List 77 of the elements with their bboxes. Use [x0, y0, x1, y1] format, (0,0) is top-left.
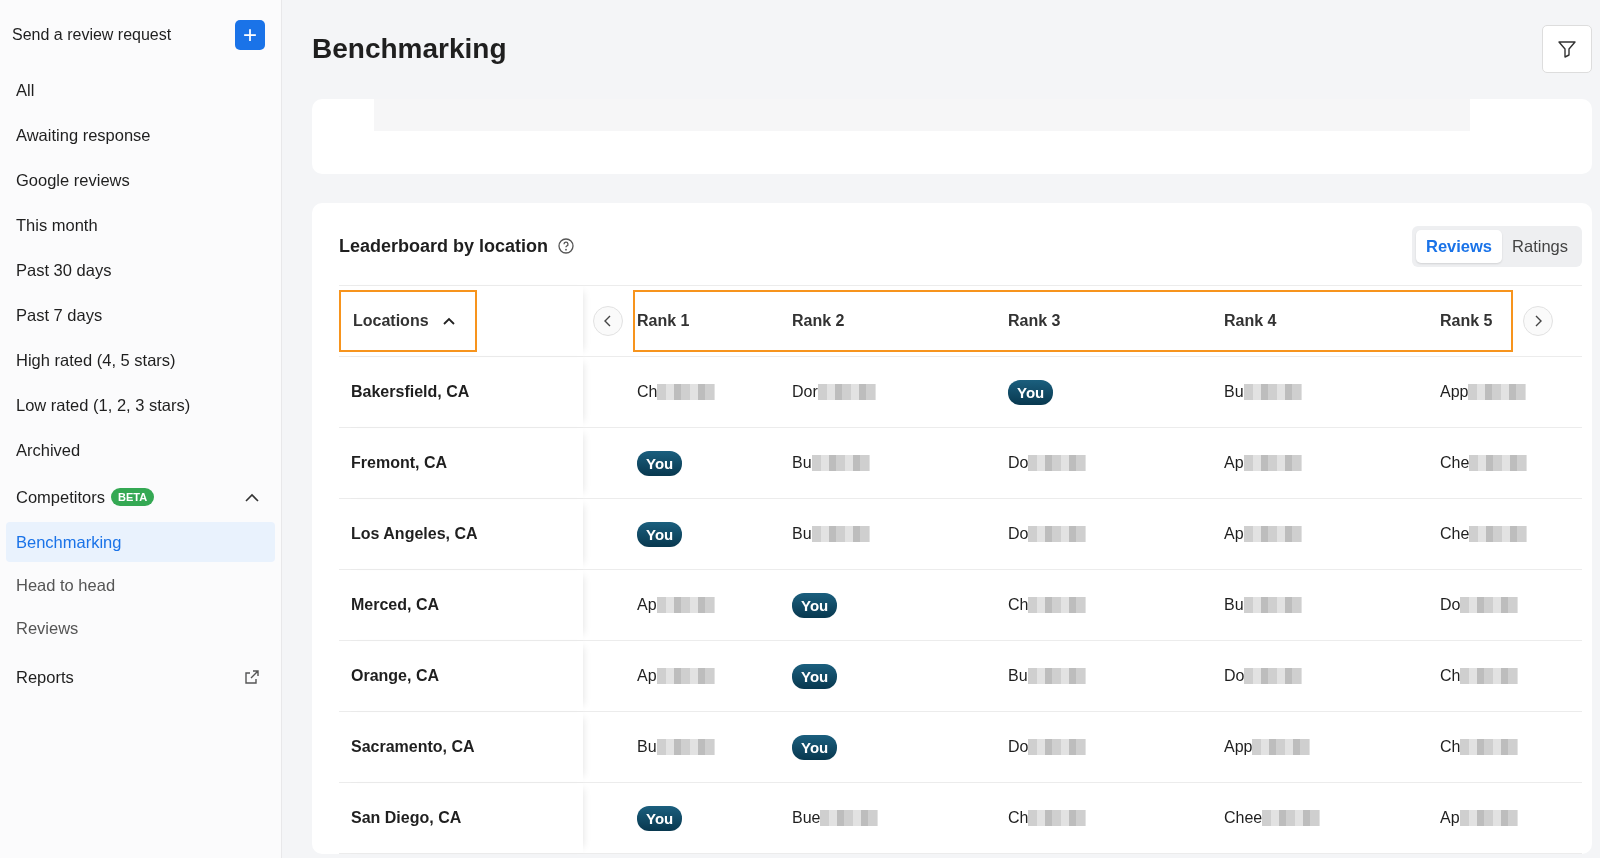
beta-badge: BETA: [110, 488, 155, 506]
competitor-name: Che: [1440, 454, 1470, 472]
you-badge: You: [792, 592, 838, 618]
competitor-name: Do: [1008, 738, 1029, 756]
competitor-name: Dor: [792, 383, 818, 401]
competitor-name: Ch: [1440, 738, 1461, 756]
location-cell-text: Orange, CA: [350, 667, 439, 685]
filter-icon: [1557, 38, 1577, 59]
competitor-name: Ap: [1440, 809, 1460, 827]
location-cell-text: San Diego, CA: [350, 809, 462, 827]
location-cell-text: Bakersfield, CA: [350, 383, 470, 401]
sidebar-item[interactable]: Awaiting response: [0, 113, 281, 158]
competitor-name: Bu: [792, 525, 812, 543]
column-header: Rank 1: [636, 312, 691, 330]
competitor-name: Ch: [1008, 596, 1029, 614]
sidebar-item[interactable]: This month: [0, 203, 281, 248]
competitor-name: Ap: [1224, 525, 1244, 543]
reports-link[interactable]: Reports: [16, 667, 74, 687]
column-header: Rank 2: [791, 312, 846, 330]
competitor-name: Bu: [1224, 596, 1244, 614]
competitor-name: Bu: [1008, 667, 1028, 685]
sidebar-item[interactable]: Archived: [0, 428, 281, 473]
column-header: Rank 3: [1007, 312, 1062, 330]
competitor-name: Bu: [637, 738, 657, 756]
external-link-icon[interactable]: [245, 670, 259, 684]
tab[interactable]: Ratings: [1502, 229, 1578, 263]
column-header: Rank 5: [1439, 312, 1494, 330]
help-icon[interactable]: [558, 238, 575, 254]
column-header: Rank 4: [1223, 312, 1278, 330]
competitor-name: Ap: [637, 667, 657, 685]
competitor-name: Do: [1224, 667, 1245, 685]
competitor-name: Ap: [637, 596, 657, 614]
location-cell-text: Merced, CA: [350, 596, 440, 614]
add-button[interactable]: +: [235, 20, 265, 50]
send-request-label: Send a review request: [12, 26, 172, 44]
competitor-name: Che: [1440, 525, 1470, 543]
locations-sort-header[interactable]: Locations: [339, 290, 477, 352]
competitor-name: Chee: [1224, 809, 1263, 827]
competitor-name: Ch: [1008, 809, 1029, 827]
sidebar-item[interactable]: All: [0, 68, 281, 113]
leaderboard-title: Leaderboard by location: [339, 235, 549, 257]
sidebar-item[interactable]: Past 7 days: [0, 293, 281, 338]
sidebar-item[interactable]: Low rated (1, 2, 3 stars): [0, 383, 281, 428]
you-badge: You: [1008, 379, 1054, 405]
page-title: Benchmarking: [312, 32, 507, 65]
competitor-name: Bu: [792, 454, 812, 472]
sidebar-item[interactable]: Past 30 days: [0, 248, 281, 293]
competitor-name: Bue: [792, 809, 821, 827]
tab[interactable]: Reviews: [1416, 229, 1503, 263]
chevron-left-icon: [604, 315, 612, 327]
you-badge: You: [792, 734, 838, 760]
competitor-name: Ap: [1224, 454, 1244, 472]
competitor-name: Do: [1440, 596, 1461, 614]
sidebar-subitem[interactable]: Reviews: [6, 608, 275, 648]
competitor-name: App: [1224, 738, 1253, 756]
chevron-up-icon: [442, 317, 455, 325]
sidebar-subitem[interactable]: Benchmarking: [6, 522, 275, 562]
you-badge: You: [637, 450, 683, 476]
you-badge: You: [792, 663, 838, 689]
location-cell-text: Los Angeles, CA: [350, 525, 478, 543]
you-badge: You: [637, 521, 683, 547]
chevron-up-icon[interactable]: [245, 492, 259, 502]
competitor-name: Ch: [637, 383, 658, 401]
location-cell-text: Sacramento, CA: [350, 738, 475, 756]
competitor-name: Do: [1008, 525, 1029, 543]
filter-button[interactable]: [1542, 24, 1592, 73]
competitor-name: App: [1440, 383, 1469, 401]
sidebar-item[interactable]: High rated (4, 5 stars): [0, 338, 281, 383]
you-badge: You: [637, 805, 683, 831]
sidebar-subitem[interactable]: Head to head: [6, 565, 275, 605]
sidebar-item[interactable]: Google reviews: [0, 158, 281, 203]
competitor-name: Do: [1008, 454, 1029, 472]
competitor-name: Bu: [1224, 383, 1244, 401]
chevron-right-icon: [1534, 315, 1542, 327]
competitors-label[interactable]: Competitors: [16, 487, 105, 507]
competitor-name: Ch: [1440, 667, 1461, 685]
location-cell-text: Fremont, CA: [350, 454, 447, 472]
